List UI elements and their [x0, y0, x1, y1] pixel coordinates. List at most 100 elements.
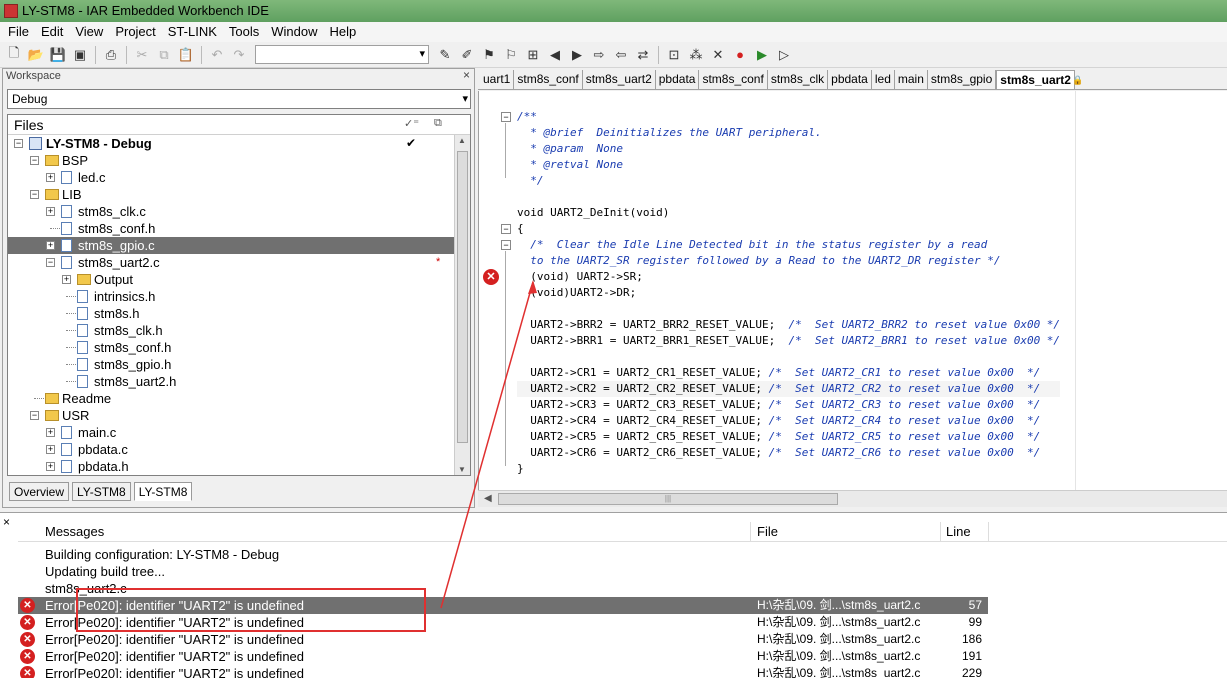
tree-item[interactable]: + pbdata.c	[8, 441, 470, 458]
editor-horizontal-scrollbar[interactable]: ◀ |||	[478, 490, 1227, 507]
message-row[interactable]: Building configuration: LY-STM8 - Debug	[18, 546, 988, 563]
config-select[interactable]: Debug ▾	[7, 89, 471, 109]
error-message-row[interactable]: ✕ Error[Pe020]: identifier "UART2" is und…	[18, 648, 988, 665]
menu-view[interactable]: View	[69, 22, 109, 42]
fold-collapse-icon[interactable]: −	[501, 240, 511, 250]
debug-no-download-icon[interactable]: ▷	[774, 45, 794, 65]
undo-icon[interactable]: ↶	[207, 45, 227, 65]
tab-overview[interactable]: Overview	[9, 482, 70, 501]
menu-help[interactable]: Help	[324, 22, 363, 42]
close-icon[interactable]: ×	[463, 68, 470, 82]
tree-item[interactable]: + pbdata.h	[8, 458, 470, 475]
editor-tab[interactable]: uart1	[480, 70, 515, 89]
tree-item[interactable]: + main.c	[8, 424, 470, 441]
tree-item[interactable]: − LY-STM8 - Debug ✔	[8, 135, 470, 152]
redo-icon[interactable]: ↷	[229, 45, 249, 65]
tree-item[interactable]: intrinsics.h	[8, 288, 470, 305]
tree-item[interactable]: − LIB	[8, 186, 470, 203]
tree-item[interactable]: + Output	[8, 271, 470, 288]
nav-forward-icon[interactable]: ▶	[567, 45, 587, 65]
toggle-breakpoint-icon[interactable]: ●	[730, 45, 750, 65]
tree-item[interactable]: stm8s_conf.h	[8, 220, 470, 237]
make-icon[interactable]: ⁂	[686, 45, 706, 65]
browse-icon[interactable]: ⇄	[633, 45, 653, 65]
column-divider[interactable]	[750, 522, 751, 542]
expand-icon[interactable]: +	[46, 462, 55, 471]
collapse-icon[interactable]: −	[46, 258, 55, 267]
tree-item[interactable]: Readme	[8, 390, 470, 407]
collapse-icon[interactable]: −	[30, 190, 39, 199]
close-icon[interactable]: ×	[3, 515, 10, 529]
tree-item[interactable]: + led.c	[8, 169, 470, 186]
tree-item[interactable]: stm8s_uart2.h	[8, 373, 470, 390]
menu-st-link[interactable]: ST-LINK	[162, 22, 223, 42]
tree-scroll-thumb[interactable]	[457, 151, 468, 443]
messages-column-header[interactable]: Messages	[45, 524, 104, 539]
editor-tab[interactable]: pbdata	[656, 70, 700, 89]
scroll-down-icon[interactable]: ▼	[458, 465, 466, 474]
find-combo[interactable]	[255, 45, 429, 64]
cut-icon[interactable]: ✂	[132, 45, 152, 65]
tree-item[interactable]: + stm8s_clk.c	[8, 203, 470, 220]
expand-icon[interactable]: +	[62, 275, 71, 284]
editor-tab[interactable]: stm8s_clk	[768, 70, 829, 89]
save-all-icon[interactable]: ▣	[70, 45, 90, 65]
menu-project[interactable]: Project	[109, 22, 161, 42]
tree-item[interactable]: − stm8s_uart2.c *	[8, 254, 470, 271]
options-column-icon[interactable]: ✓⁼	[404, 117, 419, 130]
save-icon[interactable]: 💾	[48, 45, 68, 65]
menu-window[interactable]: Window	[265, 22, 323, 42]
tab-ly-stm8-active[interactable]: LY-STM8	[133, 482, 193, 501]
tree-item[interactable]: stm8s_gpio.h	[8, 356, 470, 373]
tree-item[interactable]: − USR	[8, 407, 470, 424]
expand-icon[interactable]: +	[46, 207, 55, 216]
editor-tab[interactable]: stm8s_uart2	[996, 70, 1075, 89]
find-prev-icon[interactable]: ✐	[457, 45, 477, 65]
tree-item[interactable]: stm8s_clk.h	[8, 322, 470, 339]
tree-item[interactable]: + stm8s_gpio.c	[8, 237, 470, 254]
menu-edit[interactable]: Edit	[35, 22, 69, 42]
editor-scroll-thumb[interactable]: |||	[498, 493, 838, 505]
tree-item[interactable]: − BSP	[8, 152, 470, 169]
copy-icon[interactable]: ⧉	[154, 45, 174, 65]
clear-bookmark-icon[interactable]: ⚐	[501, 45, 521, 65]
expand-icon[interactable]: +	[46, 241, 55, 250]
compile-icon[interactable]: ⊡	[664, 45, 684, 65]
editor-tab[interactable]: pbdata	[828, 70, 872, 89]
tab-ly-stm8[interactable]: LY-STM8	[72, 482, 131, 501]
editor-tab[interactable]: main	[895, 70, 928, 89]
download-debug-icon[interactable]: ▶	[752, 45, 772, 65]
nav-prev-icon[interactable]: ⇦	[611, 45, 631, 65]
expand-icon[interactable]: +	[46, 428, 55, 437]
menu-file[interactable]: File	[2, 22, 35, 42]
tree-item[interactable]: stm8s.h	[8, 305, 470, 322]
scroll-left-icon[interactable]: ◀	[484, 493, 492, 504]
nav-next-icon[interactable]: ⇨	[589, 45, 609, 65]
error-message-row[interactable]: ✕ Error[Pe020]: identifier "UART2" is und…	[18, 665, 988, 678]
expand-icon[interactable]: +	[46, 173, 55, 182]
paste-icon[interactable]: 📋	[176, 45, 196, 65]
message-row[interactable]: Updating build tree...	[18, 563, 988, 580]
collapse-icon[interactable]: −	[30, 411, 39, 420]
nav-back-icon[interactable]: ◀	[545, 45, 565, 65]
editor-tab[interactable]: stm8s_gpio	[928, 70, 997, 89]
fold-collapse-icon[interactable]: −	[501, 224, 511, 234]
column-divider[interactable]	[940, 522, 941, 542]
editor-tab[interactable]: led	[872, 70, 895, 89]
print-icon[interactable]: ⎙	[101, 45, 121, 65]
goto-icon[interactable]: ⊞	[523, 45, 543, 65]
stop-build-icon[interactable]: ✕	[708, 45, 728, 65]
expand-icon[interactable]: +	[46, 445, 55, 454]
new-file-icon[interactable]: 🗋	[4, 45, 24, 65]
dependency-column-icon[interactable]: ⧉	[434, 117, 442, 130]
editor-tab[interactable]: stm8s_uart2	[583, 70, 656, 89]
toggle-bookmark-icon[interactable]: ⚑	[479, 45, 499, 65]
line-column-header[interactable]: Line	[946, 524, 971, 539]
column-divider[interactable]	[988, 522, 989, 542]
menu-tools[interactable]: Tools	[223, 22, 265, 42]
collapse-icon[interactable]: −	[30, 156, 39, 165]
file-column-header[interactable]: File	[757, 524, 778, 539]
find-next-icon[interactable]: ✎	[435, 45, 455, 65]
collapse-icon[interactable]: −	[14, 139, 23, 148]
scroll-up-icon[interactable]: ▲	[458, 136, 466, 145]
